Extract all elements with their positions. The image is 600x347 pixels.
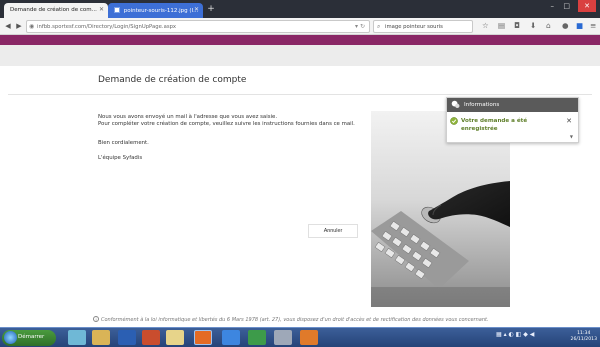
- drive-icon[interactable]: [248, 330, 266, 345]
- new-tab-button[interactable]: +: [205, 4, 217, 15]
- powerpoint-icon[interactable]: [142, 330, 160, 345]
- close-window-button[interactable]: ✕: [578, 0, 596, 12]
- info-chat-icon: [451, 100, 460, 109]
- notification-line: Votre demande a été: [461, 118, 528, 124]
- windows-taskbar: Démarrer ▦ ▴ ◐ ◧ ◆ ◀ 11:34 26/11/2013: [0, 327, 600, 347]
- signature-text: L'équipe Syfadis: [98, 155, 143, 161]
- search-input[interactable]: ⌕ image pointeur souris: [373, 20, 473, 33]
- search-value: image pointeur souris: [385, 24, 443, 30]
- site-subheader: [0, 45, 600, 66]
- legal-text: Conformément à la loi informatique et li…: [101, 317, 489, 323]
- paint-icon[interactable]: [274, 330, 292, 345]
- home-icon[interactable]: ⌂: [546, 21, 551, 31]
- tab-label: Demande de création de com...: [10, 7, 97, 13]
- legal-notice: i Conformément à la loi informatique et l…: [93, 316, 489, 323]
- globe-icon: ◉: [29, 23, 35, 30]
- success-check-icon: [450, 117, 458, 125]
- forward-arrow-icon[interactable]: ▶: [14, 21, 24, 31]
- title-divider: [8, 94, 592, 95]
- clock-date: 26/11/2013: [570, 337, 597, 342]
- menu-icon[interactable]: ≡: [590, 21, 596, 31]
- information-title: Informations: [464, 102, 500, 108]
- windows-orb-icon: [4, 331, 17, 344]
- address-bar[interactable]: ◉ infbb.sportesf.com/Directory/Login/Sig…: [26, 20, 370, 33]
- message-line: Pour compléter votre création de compte,…: [98, 121, 355, 127]
- browser-nav-bar: ◀ ▶ ◉ infbb.sportesf.com/Directory/Login…: [0, 18, 600, 35]
- cancel-button[interactable]: Annuler: [308, 224, 358, 238]
- minimize-icon[interactable]: –: [551, 2, 555, 10]
- confirmation-message: Nous vous avons envoyé un mail à l'adres…: [98, 114, 376, 128]
- message-line: Nous vous avons envoyé un mail à l'adres…: [98, 114, 278, 120]
- maximize-icon[interactable]: □: [563, 2, 570, 10]
- browser-tab-strip: Demande de création de com... ✕ pointeur…: [0, 0, 600, 18]
- file-explorer-icon[interactable]: [92, 330, 110, 345]
- tab-account-request[interactable]: Demande de création de com... ✕: [4, 3, 108, 18]
- information-panel-header: Informations: [447, 98, 578, 112]
- back-arrow-icon[interactable]: ◀: [3, 21, 13, 31]
- system-clock[interactable]: 11:34 26/11/2013: [571, 331, 597, 343]
- notification-line: enregistrée: [461, 126, 498, 132]
- start-label: Démarrer: [18, 334, 45, 340]
- tab-label: pointeur-souris-112.jpg (I...: [123, 8, 199, 14]
- url-text: infbb.sportesf.com/Directory/Login/SignU…: [37, 24, 177, 30]
- addon-icon[interactable]: ■: [576, 21, 583, 31]
- extension-icon[interactable]: ●: [562, 21, 569, 31]
- close-notification-icon[interactable]: ✕: [566, 117, 572, 125]
- download-icon[interactable]: ⬇: [530, 21, 536, 31]
- page-title: Demande de création de compte: [98, 75, 247, 85]
- start-button[interactable]: Démarrer: [2, 330, 56, 346]
- taskbar-app-icon[interactable]: [68, 330, 86, 345]
- clipboard-icon[interactable]: ▤: [498, 21, 505, 31]
- scroll-down-icon[interactable]: ▼: [570, 134, 573, 139]
- outlook-icon[interactable]: [300, 330, 318, 345]
- notes-icon[interactable]: [166, 330, 184, 345]
- pocket-icon[interactable]: ◘: [514, 21, 520, 31]
- site-header-band: [0, 35, 600, 45]
- info-icon: i: [93, 316, 99, 322]
- reload-icon[interactable]: ▾ ↻: [355, 23, 365, 30]
- tab-close-icon[interactable]: ✕: [194, 6, 199, 13]
- tab-close-icon[interactable]: ✕: [99, 6, 104, 13]
- tab-mouse-pointer-image[interactable]: pointeur-souris-112.jpg (I... ✕: [108, 3, 203, 18]
- bookmark-star-icon[interactable]: ☆: [482, 21, 489, 31]
- image-file-icon: [114, 7, 120, 13]
- notification-message: Votre demande a été enregistrée: [447, 112, 578, 133]
- information-panel: Informations Votre demande a été enregis…: [446, 97, 579, 143]
- search-icon: ⌕: [377, 23, 381, 30]
- system-tray-icons[interactable]: ▦ ▴ ◐ ◧ ◆ ◀: [496, 331, 534, 338]
- firefox-icon[interactable]: [194, 330, 212, 345]
- greeting-text: Bien cordialement.: [98, 140, 149, 146]
- dropbox-icon[interactable]: [222, 330, 240, 345]
- word-icon[interactable]: [118, 330, 136, 345]
